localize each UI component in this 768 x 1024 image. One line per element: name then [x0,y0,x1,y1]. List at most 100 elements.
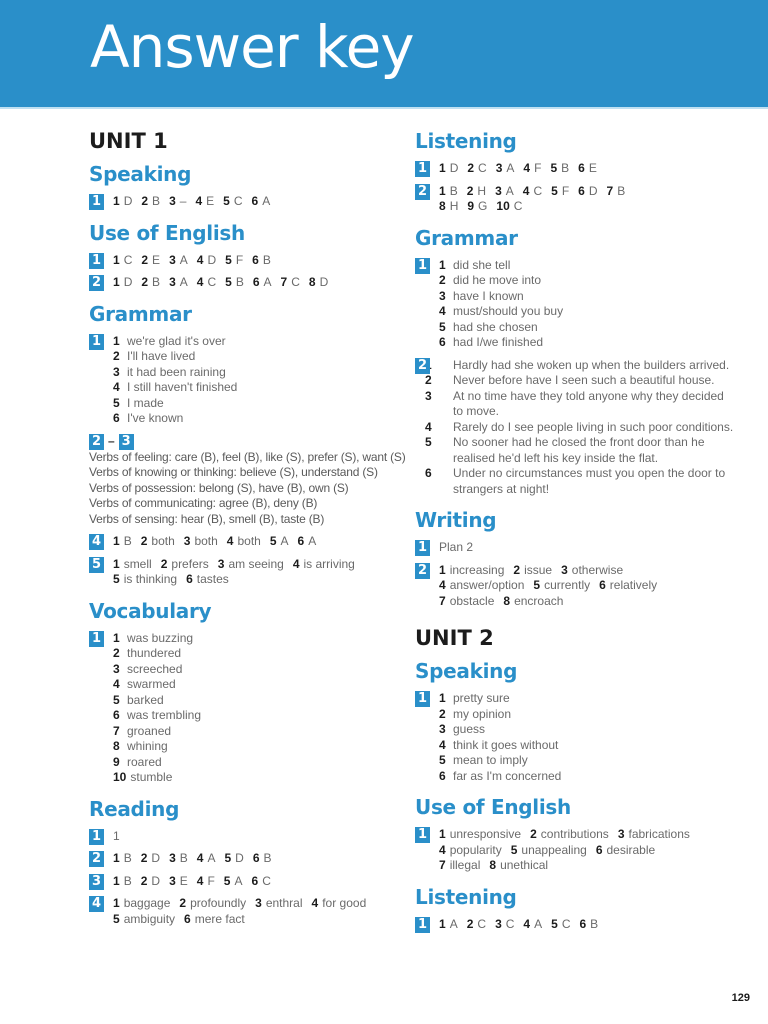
answer-value: have I known [453,288,524,303]
answer-item: 1B [113,851,132,865]
answer-number: 2 [466,183,474,198]
answer-value: C [477,916,487,931]
answer-value: is arriving [303,556,355,571]
answer-value: A [207,851,216,866]
answer-value: B [617,183,626,198]
answer-item: 6 tastes [186,572,229,586]
answer-item: 3A [496,161,515,175]
section-title-speaking: Speaking [415,659,518,684]
answer-number: 5 [113,572,120,587]
answer-item: 1B [439,184,458,198]
answer-number: 2 [113,349,120,364]
answer-item: 6A [253,275,272,289]
answer-number: 6 [425,466,432,480]
answer-number: 8 [308,275,316,290]
answer-value: C [262,873,271,888]
answer-value: whining [127,739,168,754]
answer-value: both [194,534,218,549]
answer-row: 6 was trembling [113,708,399,724]
answer-row: 6 Under no circumstances must you open th… [425,466,735,497]
answer-number: 5 [533,578,541,592]
answer-number: 4 [292,556,300,571]
answer-item: 2 issue [513,563,552,577]
answer-value: popularity [449,842,502,857]
answer-item: 5F [225,253,243,267]
answer-value: swarmed [127,677,176,692]
answer-item: 2 prefers [161,557,209,571]
verb-category-line: Verbs of feeling: care (B), feel (B), li… [89,449,406,464]
exercise-number-badge: 2 [89,275,104,292]
answer-value: At no time have they told anyone why the… [453,388,724,419]
answer-value: smell [123,556,152,571]
answer-value: mere fact [194,911,245,926]
answer-item: 2D [141,874,160,888]
answer-number: 6 [252,275,260,290]
answer-value: groaned [127,723,172,738]
answer-value: unresponsive [449,827,522,842]
exercise-number-badge: 2 [415,562,430,579]
answer-value: otherwise [571,562,624,577]
right-column: Listening 1 1D2C3A4F5B6E 2 1B2H3A4C5F6D7… [415,130,735,939]
exercise: 1 1 D 2 B 3–4 E 5 C 6 A [89,194,399,211]
answer-row: 4 swarmed [113,677,399,693]
answer-item: 5D [224,851,243,865]
answer-row: 3 At no time have they told anyone why th… [425,388,735,420]
answer-item: 6D [578,184,597,198]
answer-value: unappealing [521,842,587,857]
answer-value: F [235,252,244,267]
page-title: Answer key [90,13,415,81]
answer-value: guess [453,722,486,737]
answer-value: I've known [127,411,184,426]
answer-value: D [235,851,244,866]
verb-category-line: Verbs of possession: belong (S), have (B… [89,480,349,495]
answer-number: 4 [113,380,120,395]
answer-item: 4A [197,851,216,865]
answer-row: 4 must/should you buy [439,304,735,320]
answer-value: stumble [130,770,173,785]
answer-number: 6 [251,194,259,209]
answer-number: 3 [169,851,176,866]
exercise-number-badge: 3 [89,873,104,890]
exercise: 1 Plan 2 [415,540,735,556]
answer-number: 2 [530,827,537,842]
answer-row: 5 had she chosen [439,320,735,336]
answer-value: contributions [540,827,609,842]
answer-item: 6B [252,253,271,267]
answer-row: 5 barked [113,693,399,709]
answer-row: 3 it had been raining [113,365,399,381]
answer-item: 4F [523,161,541,175]
exercise-number-badge: 4 [89,534,104,551]
answer-value: E [152,252,161,267]
answer-number: 3 [439,722,446,737]
answer-value: A [179,252,188,267]
exercise: 1 1C2E3A4D5F6B [89,252,399,269]
answer-number: 2 [113,646,120,661]
answer-value: D [123,275,133,290]
answer-number: 6 [599,578,606,592]
answer-number: 5 [113,911,120,926]
answer-number: 1 [113,630,120,645]
exercise: 2 1 increasing 2 issue 3 otherwise 4 answer/op… [415,562,735,610]
exercise-number-badge: 4 [89,896,104,913]
answer-item: 2H [467,184,486,198]
answer-number: 2 [179,896,187,911]
answer-value: B [262,252,271,267]
answer-item: 1B [113,534,132,548]
answer-value: D [588,183,598,198]
answer-row: 3 have I known [439,289,735,305]
page-header: Answer key [0,0,768,109]
answer-value: had she chosen [453,319,538,334]
answer-list: 5 is thinking 6 tastes [113,572,399,588]
answer-item: 4C [523,184,542,198]
section-title-use-of-english: Use of English [415,795,571,820]
answer-number: 2 [140,873,148,888]
answer-number: 5 [439,319,446,334]
answer-list: 1 did she tell 2 did he move into 3 have I kn… [439,258,735,351]
answer-number: 4 [425,419,432,434]
answer-item: 7 obstacle [439,594,494,608]
answer-value: I made [127,395,164,410]
answer-number: 4 [439,304,446,318]
answer-number: 6 [113,411,120,426]
answer-value: baggage [123,896,171,911]
answer-row: 2 did he move into [439,273,735,289]
